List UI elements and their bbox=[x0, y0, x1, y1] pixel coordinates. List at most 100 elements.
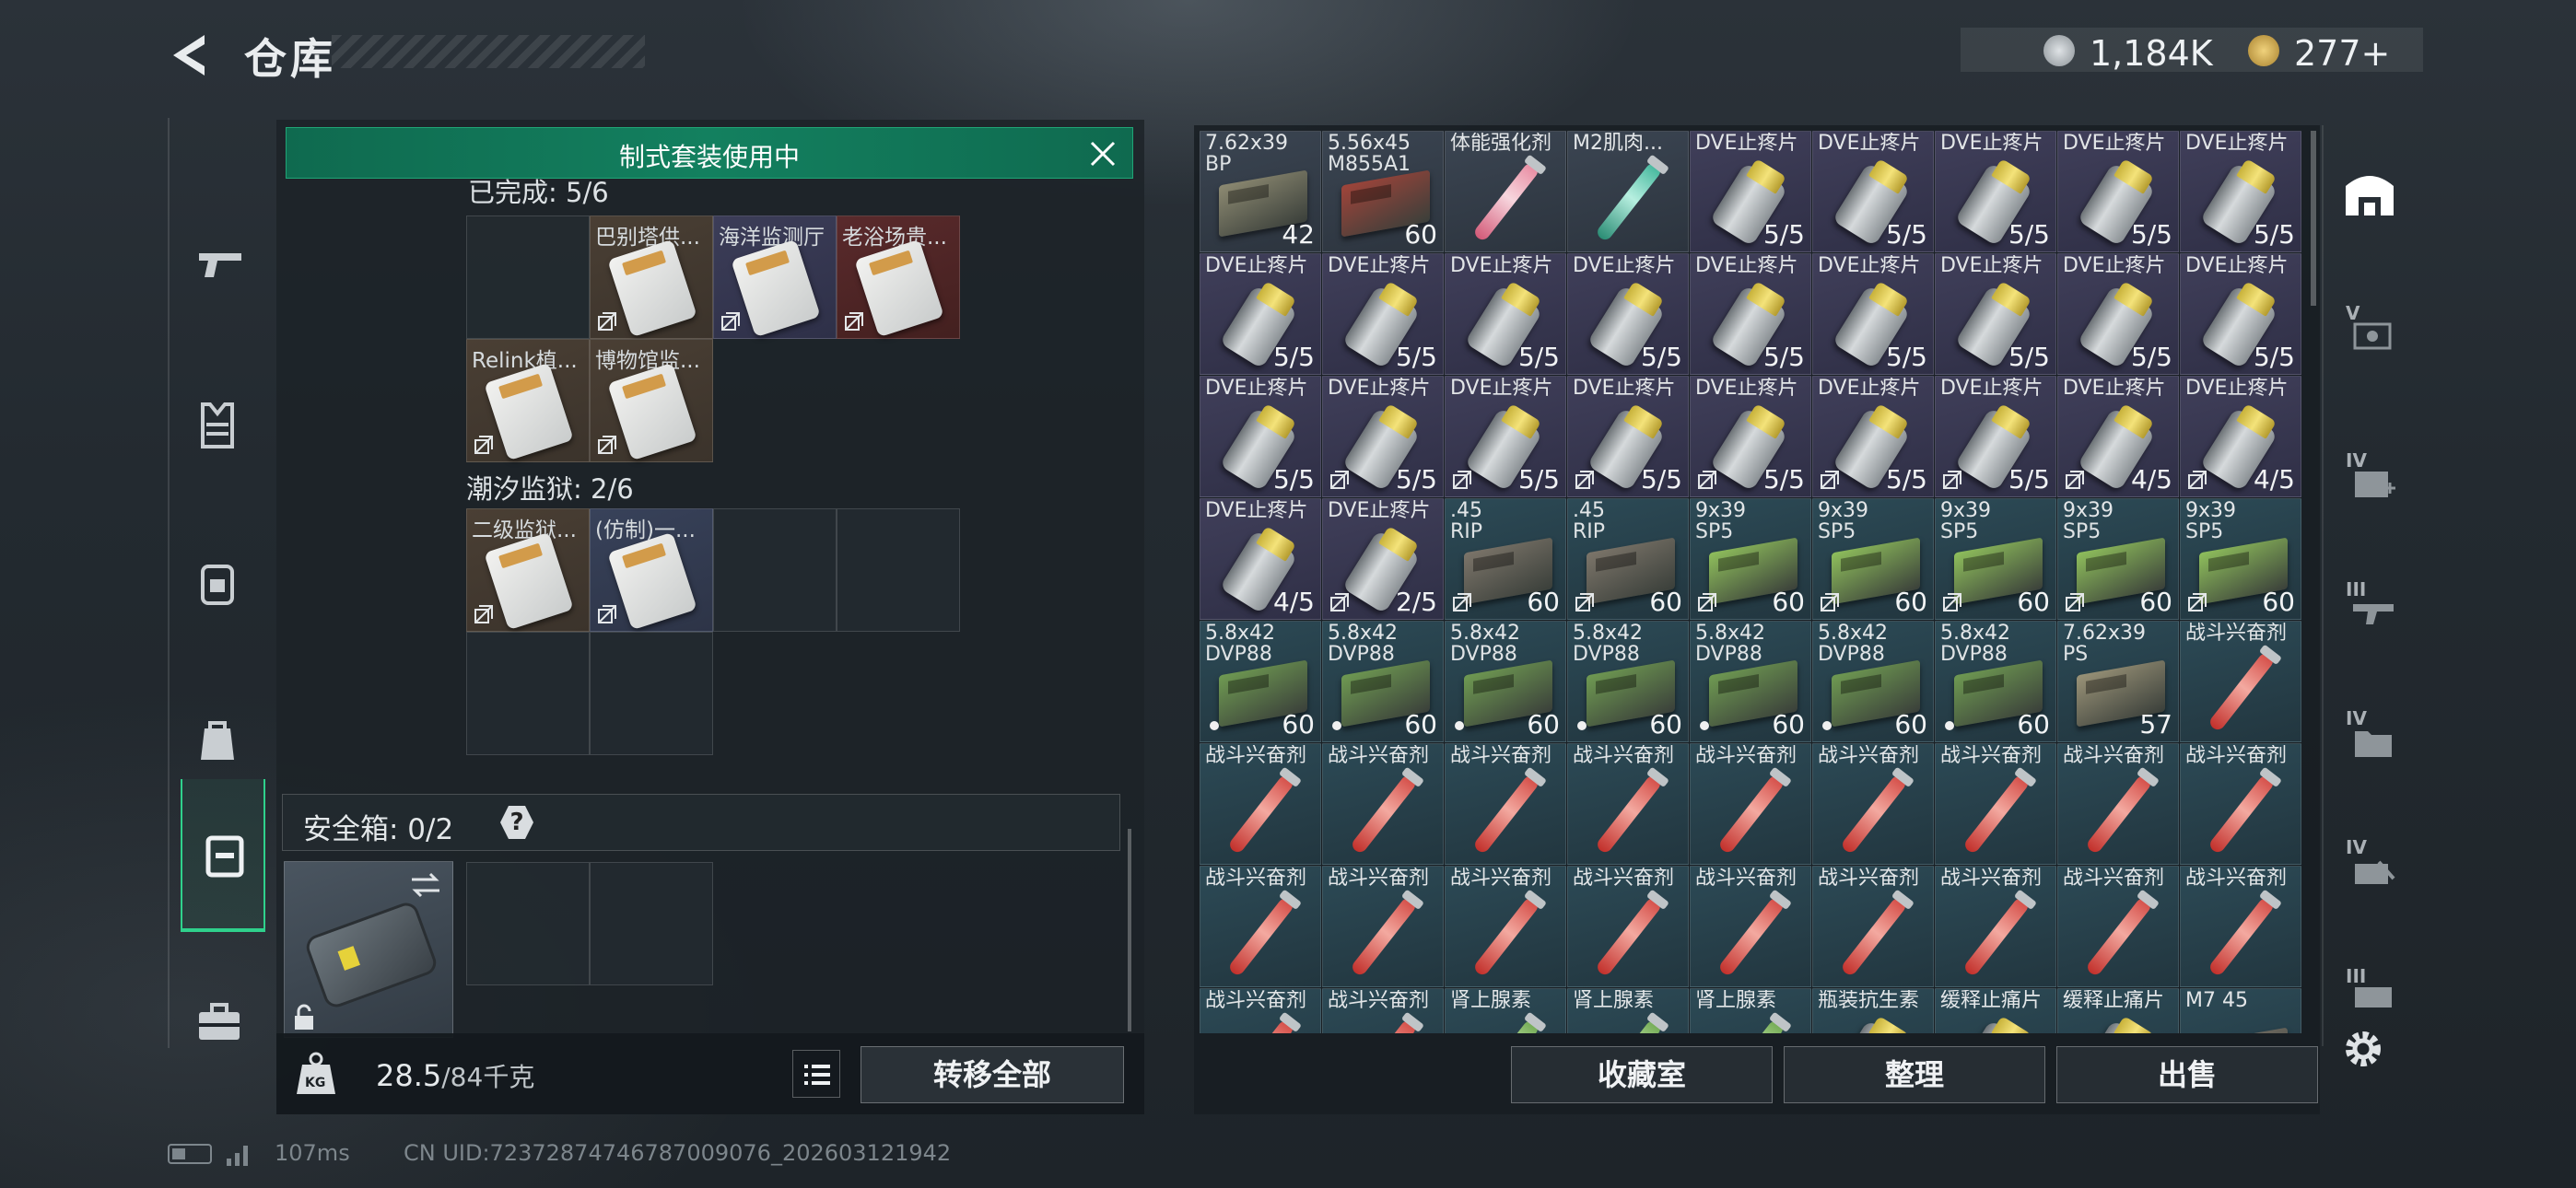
storage-item[interactable]: 5.8x42 DVP88 60 bbox=[1200, 621, 1321, 742]
storage-item[interactable]: 战斗兴奋剂 bbox=[1200, 988, 1321, 1033]
storage-item[interactable]: DVE止疼片 5/5 bbox=[1200, 376, 1321, 497]
storage-item[interactable]: DVE止疼片 5/5 bbox=[1200, 253, 1321, 375]
loadout-slot[interactable]: 巴别塔供... bbox=[590, 215, 713, 339]
storage-item[interactable]: DVE止疼片 5/5 bbox=[1812, 253, 1934, 375]
weight-icon[interactable]: KG bbox=[295, 1052, 337, 1096]
list-view-button[interactable] bbox=[792, 1050, 840, 1098]
storage-item[interactable]: DVE止疼片 5/5 bbox=[1812, 376, 1934, 497]
organize-button[interactable]: 整理 bbox=[1784, 1046, 2045, 1103]
storage-item[interactable]: 5.8x42 DVP88 60 bbox=[1935, 621, 2056, 742]
storage-item[interactable]: 9x39 SP5 60 bbox=[2057, 498, 2179, 620]
storage-item[interactable]: 战斗兴奋剂 bbox=[2180, 866, 2301, 987]
storage-item[interactable]: 5.8x42 DVP88 60 bbox=[1567, 621, 1689, 742]
storage-item[interactable]: 战斗兴奋剂 bbox=[1322, 988, 1444, 1033]
storage-item[interactable]: DVE止疼片 5/5 bbox=[1445, 253, 1566, 375]
storage-item[interactable]: M7 45 bbox=[2180, 988, 2301, 1033]
storage-item[interactable]: 战斗兴奋剂 bbox=[1322, 743, 1444, 865]
banner-close-button[interactable] bbox=[1086, 137, 1119, 170]
storage-item[interactable]: DVE止疼片 5/5 bbox=[1445, 376, 1566, 497]
storage-item[interactable]: 瓶装抗生素 bbox=[1812, 988, 1934, 1033]
storage-item[interactable]: 9x39 SP5 60 bbox=[1690, 498, 1811, 620]
storage-item[interactable]: 9x39 SP5 60 bbox=[2180, 498, 2301, 620]
filter-iv-tools[interactable]: IV bbox=[2333, 816, 2406, 908]
filter-v[interactable]: V bbox=[2333, 282, 2406, 374]
storage-item[interactable]: 战斗兴奋剂 bbox=[1690, 866, 1811, 987]
sell-button[interactable]: 出售 bbox=[2056, 1046, 2318, 1103]
filter-iv-medical[interactable]: IV bbox=[2333, 429, 2406, 521]
storage-item[interactable]: 5.8x42 DVP88 60 bbox=[1445, 621, 1566, 742]
swap-icon[interactable] bbox=[408, 871, 443, 899]
loadout-slot[interactable]: 海洋监测厅 bbox=[713, 215, 837, 339]
storage-item[interactable]: 战斗兴奋剂 bbox=[1690, 743, 1811, 865]
storage-item[interactable]: DVE止疼片 5/5 bbox=[1935, 131, 2056, 252]
storage-item[interactable]: 战斗兴奋剂 bbox=[1322, 866, 1444, 987]
storage-item[interactable]: 9x39 SP5 60 bbox=[1935, 498, 2056, 620]
storage-item[interactable]: 战斗兴奋剂 bbox=[1812, 866, 1934, 987]
loadout-slot[interactable]: 博物馆监... bbox=[590, 339, 713, 462]
storage-item[interactable]: 缓释止痛片 bbox=[1935, 988, 2056, 1033]
storage-item[interactable]: DVE止疼片 5/5 bbox=[1690, 253, 1811, 375]
storage-item[interactable]: .45 RIP 60 bbox=[1445, 498, 1566, 620]
storage-item[interactable]: 7.62x39 PS 57 bbox=[2057, 621, 2179, 742]
empty-slot[interactable] bbox=[466, 632, 590, 755]
storage-item[interactable]: 战斗兴奋剂 bbox=[1567, 866, 1689, 987]
currency-b-value[interactable]: 277+ bbox=[2294, 33, 2390, 74]
storage-item[interactable]: 战斗兴奋剂 bbox=[2180, 743, 2301, 865]
settings-button[interactable] bbox=[2340, 1026, 2386, 1072]
storage-item[interactable]: 战斗兴奋剂 bbox=[1935, 743, 2056, 865]
safebox-slot[interactable] bbox=[466, 862, 590, 985]
storage-item[interactable]: DVE止疼片 4/5 bbox=[1200, 498, 1321, 620]
loadout-slot[interactable]: 老浴场贵... bbox=[837, 215, 960, 339]
storage-item[interactable]: DVE止疼片 5/5 bbox=[1690, 376, 1811, 497]
filter-iii-misc[interactable]: III bbox=[2333, 945, 2406, 1019]
storage-item[interactable]: 肾上腺素 bbox=[1690, 988, 1811, 1033]
loadout-slot[interactable]: (仿制)一... bbox=[590, 508, 713, 632]
safebox-item[interactable] bbox=[284, 861, 453, 1038]
empty-slot[interactable] bbox=[713, 508, 837, 632]
storage-item[interactable]: 战斗兴奋剂 bbox=[2180, 621, 2301, 742]
filter-all-active[interactable] bbox=[2333, 149, 2406, 241]
nav-case[interactable] bbox=[170, 969, 262, 1079]
storage-item[interactable]: 战斗兴奋剂 bbox=[2057, 743, 2179, 865]
nav-backpack[interactable] bbox=[170, 527, 262, 637]
nav-safebox-active[interactable] bbox=[181, 779, 265, 932]
storage-item[interactable]: DVE止疼片 5/5 bbox=[2180, 131, 2301, 252]
storage-item[interactable]: DVE止疼片 5/5 bbox=[1935, 253, 2056, 375]
nav-armor[interactable] bbox=[170, 370, 262, 481]
loadout-slot[interactable]: 二级监狱... bbox=[466, 508, 590, 632]
storage-item[interactable]: DVE止疼片 5/5 bbox=[1690, 131, 1811, 252]
nav-bag[interactable] bbox=[170, 683, 262, 794]
storage-item[interactable]: 体能强化剂 bbox=[1445, 131, 1566, 252]
storage-item[interactable]: DVE止疼片 2/5 bbox=[1322, 498, 1444, 620]
storage-item[interactable]: 肾上腺素 bbox=[1445, 988, 1566, 1033]
filter-iv-container[interactable]: IV bbox=[2333, 687, 2406, 779]
storage-item[interactable]: 9x39 SP5 60 bbox=[1812, 498, 1934, 620]
storage-item[interactable]: DVE止疼片 5/5 bbox=[1567, 253, 1689, 375]
storage-item[interactable]: 缓释止痛片 bbox=[2057, 988, 2179, 1033]
storage-item[interactable]: 战斗兴奋剂 bbox=[2057, 866, 2179, 987]
storage-item[interactable]: 战斗兴奋剂 bbox=[1445, 866, 1566, 987]
storage-item[interactable]: DVE止疼片 5/5 bbox=[2057, 131, 2179, 252]
storage-item[interactable]: 5.8x42 DVP88 60 bbox=[1322, 621, 1444, 742]
storage-item[interactable]: DVE止疼片 5/5 bbox=[1322, 253, 1444, 375]
storage-item[interactable]: 肾上腺素 bbox=[1567, 988, 1689, 1033]
back-button[interactable] bbox=[166, 28, 221, 83]
safebox-slot[interactable] bbox=[590, 862, 713, 985]
transfer-all-button[interactable]: 转移全部 bbox=[861, 1046, 1124, 1103]
storage-item[interactable]: DVE止疼片 4/5 bbox=[2180, 376, 2301, 497]
storage-item[interactable]: 战斗兴奋剂 bbox=[1200, 743, 1321, 865]
filter-iii-weapon[interactable]: III bbox=[2333, 558, 2406, 650]
loadout-scrollbar[interactable] bbox=[1128, 829, 1131, 1031]
storage-scrollbar[interactable] bbox=[2311, 131, 2316, 306]
storage-item[interactable]: 7.62x39 BP 42 bbox=[1200, 131, 1321, 252]
storage-item[interactable]: DVE止疼片 5/5 bbox=[2180, 253, 2301, 375]
loadout-slot[interactable] bbox=[466, 215, 590, 339]
storage-item[interactable]: DVE止疼片 4/5 bbox=[2057, 376, 2179, 497]
storage-item[interactable]: 5.56x45 M855A1 60 bbox=[1322, 131, 1444, 252]
storage-item[interactable]: M2肌肉... bbox=[1567, 131, 1689, 252]
nav-weapon[interactable] bbox=[170, 214, 262, 324]
collection-room-button[interactable]: 收藏室 bbox=[1511, 1046, 1773, 1103]
storage-item[interactable]: .45 RIP 60 bbox=[1567, 498, 1689, 620]
storage-item[interactable]: DVE止疼片 5/5 bbox=[1812, 131, 1934, 252]
storage-item[interactable]: DVE止疼片 5/5 bbox=[2057, 253, 2179, 375]
